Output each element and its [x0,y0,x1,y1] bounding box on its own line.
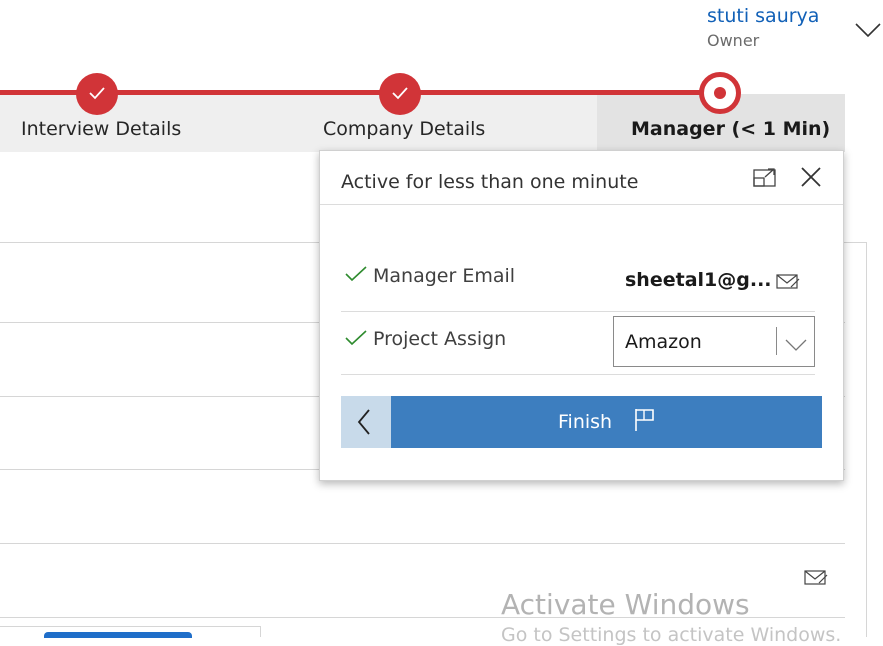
stage-manager[interactable]: Manager (< 1 Min) [631,118,830,140]
project-assign-select[interactable]: Amazon [613,316,815,367]
activate-windows-title: Activate Windows [501,588,750,621]
user-menu-chevron-icon[interactable] [855,22,881,38]
flag-icon [634,408,656,436]
expand-icon[interactable] [752,167,778,189]
chevron-left-icon [357,409,370,435]
check-icon [345,330,367,350]
stage-active-target-icon[interactable] [699,72,741,114]
stage-active-dot [714,87,726,99]
flyout-divider [320,204,843,205]
field-project-assign: Project Assign Amazon [341,311,815,375]
stage-completed-check-icon[interactable] [76,73,118,115]
project-assign-label: Project Assign [373,328,507,350]
user-role: Owner [707,31,760,50]
select-separator [776,327,777,355]
manager-email-value[interactable]: sheetal1@g... [625,269,772,291]
field-manager-email: Manager Email sheetal1@g... [341,248,815,312]
check-icon [345,266,367,286]
form-footer-button[interactable] [44,632,192,638]
form-row-divider [0,543,845,544]
close-icon[interactable] [799,165,823,189]
user-name[interactable]: stuti saurya [707,3,819,29]
finish-button[interactable]: Finish [391,396,822,448]
manager-email-label: Manager Email [373,265,516,287]
flyout-title: Active for less than one minute [341,171,639,193]
finish-label: Finish [558,411,613,433]
stage-completed-check-icon[interactable] [379,73,421,115]
project-assign-value: Amazon [625,331,702,353]
mail-icon[interactable] [804,568,828,590]
stage-interview-details[interactable]: Interview Details [21,118,181,140]
stage-flyout: Active for less than one minute Manager … [319,150,844,481]
user-profile[interactable]: stuti saurya Owner [707,3,819,53]
chevron-down-icon[interactable] [785,336,807,355]
stage-company-details[interactable]: Company Details [323,118,485,140]
activate-windows-subtitle: Go to Settings to activate Windows. [501,624,842,646]
back-button[interactable] [341,396,391,448]
mail-icon[interactable] [776,272,800,294]
